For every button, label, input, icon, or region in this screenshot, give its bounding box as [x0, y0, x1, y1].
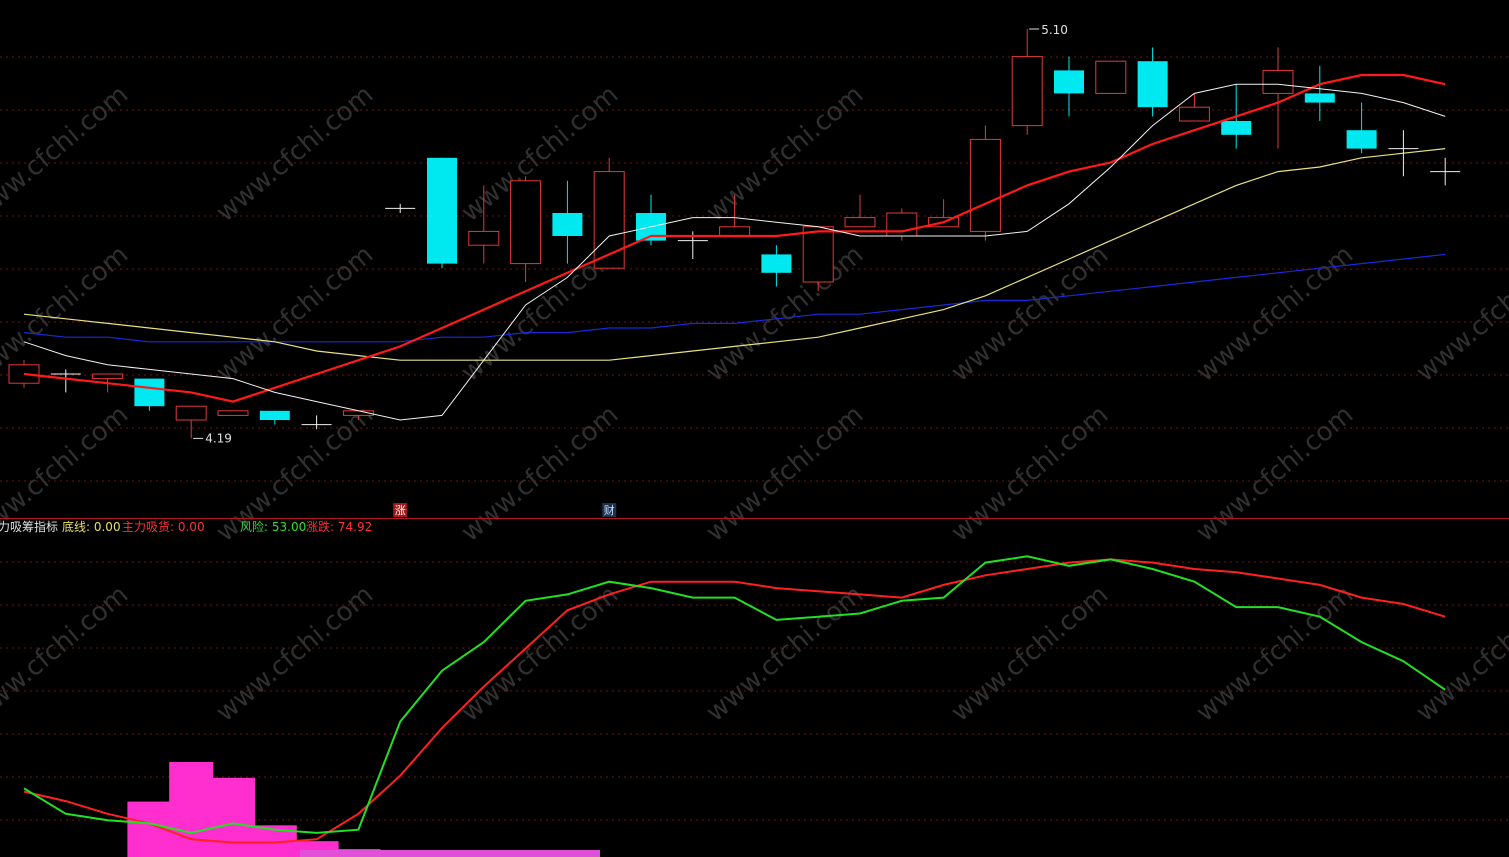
event-marker-label: 财 [604, 503, 615, 517]
indicator-title: 力吸筹指标 [0, 519, 58, 534]
candle-body [1178, 106, 1210, 122]
candle [969, 125, 1001, 241]
candle-body [427, 157, 457, 264]
candle [134, 378, 165, 411]
indicator-legend-item: 涨跌: 74.92 [306, 519, 372, 534]
candle-body [719, 226, 751, 237]
chart-canvas: www.cfchi.com www.cfchi.com www.cfchi.com w… [0, 0, 1509, 857]
indicator-legend-item: 主力吸货: 0.00 [122, 519, 205, 534]
candle-body [1054, 70, 1084, 94]
candle-body [1137, 61, 1168, 108]
candle-body [802, 226, 834, 283]
candle-body [510, 180, 542, 265]
volume-floor-bar [380, 850, 600, 857]
event-marker: 财 [602, 503, 617, 517]
volume-floor-bar [300, 850, 380, 857]
candle-body [1262, 69, 1294, 94]
candle-body [886, 212, 918, 237]
candle-body [259, 410, 290, 420]
candle-body [92, 373, 124, 380]
candle-body [552, 213, 583, 236]
candle-body [134, 378, 165, 407]
candle-body [175, 405, 207, 421]
candle [1095, 60, 1127, 94]
candle [427, 157, 457, 269]
high-price-label: 5.10 [1041, 23, 1068, 37]
event-marker: 涨 [393, 503, 408, 517]
indicator-legend-item: 风险: 53.00 [240, 519, 306, 534]
candle [593, 157, 625, 269]
background [0, 0, 1509, 857]
candle-body [1095, 60, 1127, 94]
candle-body [1221, 121, 1252, 135]
volume-bar [169, 762, 214, 857]
indicator-legend-item: 底线: 0.00 [62, 519, 121, 534]
candle-body [1346, 130, 1377, 149]
candle-body [969, 138, 1001, 232]
candle [217, 410, 249, 416]
candle-body [1011, 56, 1043, 127]
candle-body [844, 217, 876, 228]
volume-bar [211, 777, 255, 857]
event-marker-label: 涨 [395, 504, 406, 517]
candle-body [217, 410, 249, 416]
candle [802, 226, 834, 292]
candle-body [1304, 93, 1335, 103]
candle-body [468, 230, 500, 246]
candle-body [761, 254, 792, 273]
low-price-label: 4.19 [205, 431, 232, 445]
